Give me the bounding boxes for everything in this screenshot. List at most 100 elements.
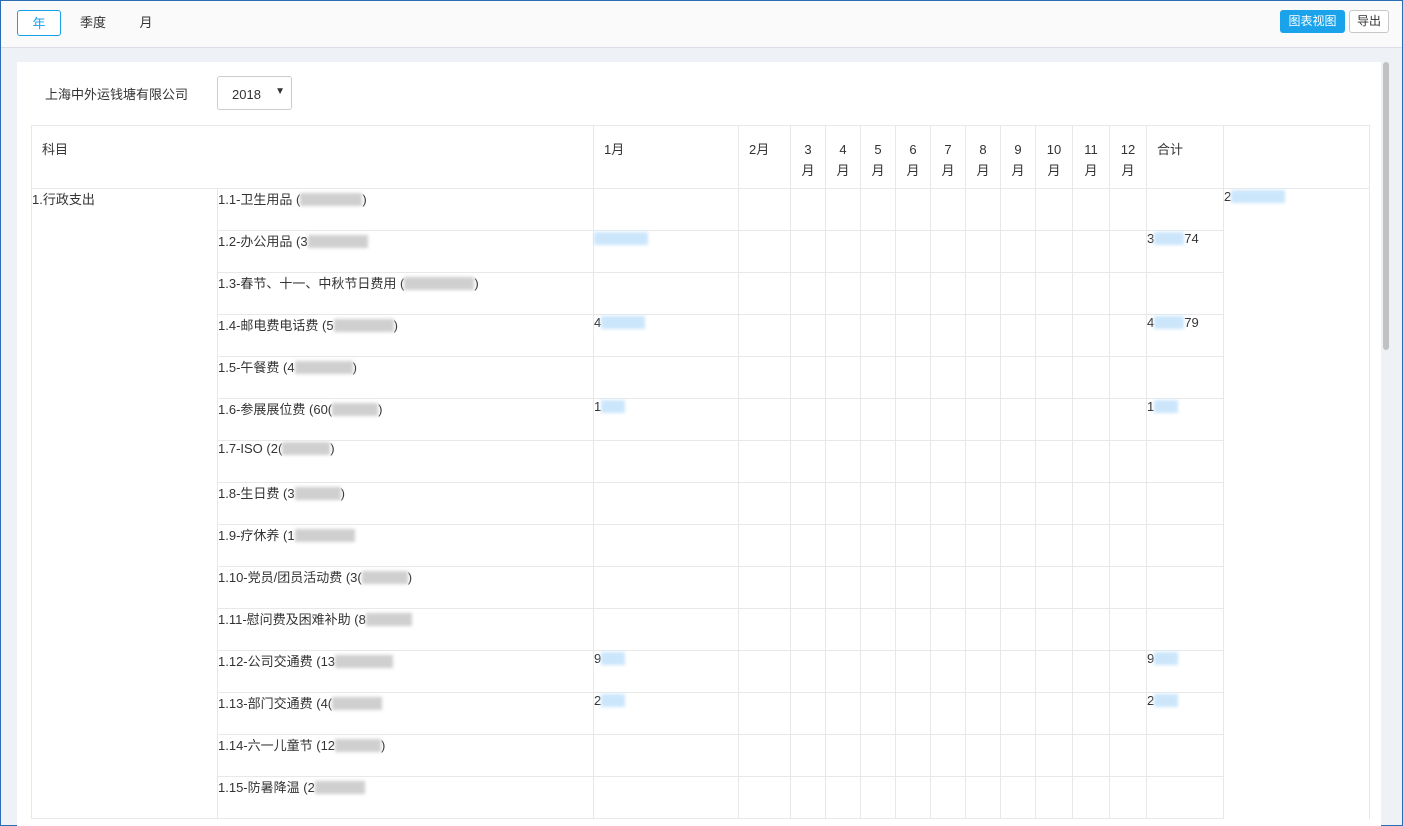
month-cell-12 — [1109, 692, 1148, 735]
header-month-9: 9 月 — [1000, 125, 1037, 189]
table-row: 1.行政支出 1.1-卫生用品 () 2 — [31, 188, 1371, 819]
month-cell-1 — [593, 188, 740, 231]
total-cell[interactable]: 9 — [1146, 650, 1225, 693]
export-button[interactable]: 导出 — [1349, 10, 1389, 33]
month-cell-1 — [593, 272, 740, 315]
month-cell-12 — [1109, 188, 1148, 231]
month-cell-1[interactable]: 1 — [593, 398, 740, 441]
table-row: 1.8-生日费 (3) — [32, 482, 1370, 525]
month-cell-3 — [790, 482, 827, 525]
redacted-value — [314, 781, 365, 794]
total-cell — [1146, 608, 1225, 651]
subject-label: 1.10-党员/团员活动费 (3( — [218, 570, 362, 585]
month-cell-9 — [1000, 230, 1037, 273]
month-cell-10 — [1035, 566, 1074, 609]
header-month-10: 10 月 — [1035, 125, 1074, 189]
month-cell-9 — [1000, 608, 1037, 651]
month-cell-12 — [1109, 272, 1148, 315]
month-cell-7 — [930, 776, 967, 819]
redacted-value — [307, 235, 368, 248]
month-cell-7 — [930, 608, 967, 651]
subject-cell: 1.4-邮电费电话费 (5) — [216, 314, 595, 357]
month-cell-1[interactable]: 4 — [593, 314, 740, 357]
table-row: 1.2-办公用品 (3 3 74 — [32, 230, 1370, 273]
tab-month[interactable]: 月 — [131, 10, 161, 36]
total-cell[interactable]: 3 74 — [1146, 230, 1225, 273]
subject-suffix: ) — [362, 192, 367, 207]
tab-year[interactable]: 年 — [17, 10, 61, 36]
year-select[interactable]: 2018 ▼ — [217, 76, 292, 110]
month-cell-9 — [1000, 566, 1037, 609]
total-cell — [1146, 482, 1225, 525]
month-cell-2 — [738, 188, 792, 231]
redacted-value — [594, 232, 649, 245]
month-cell-3 — [790, 734, 827, 777]
month-cell-1[interactable] — [593, 230, 740, 273]
header-month-2: 2月 — [738, 125, 792, 189]
month-cell-12 — [1109, 398, 1148, 441]
chart-view-button[interactable]: 图表视图 — [1280, 10, 1345, 33]
table-row: 1.7-ISO (2() — [32, 440, 1370, 483]
month-cell-3 — [790, 440, 827, 483]
redacted-value — [282, 442, 331, 455]
month-cell-1 — [593, 776, 740, 819]
month-cell-3 — [790, 398, 827, 441]
month-cell-1 — [593, 482, 740, 525]
month-cell-5 — [860, 650, 897, 693]
table-row: 1.11-慰问费及困难补助 (8 — [32, 608, 1370, 651]
total-cell[interactable]: 1 — [1146, 398, 1225, 441]
month-cell-6 — [895, 692, 932, 735]
month-cell-8 — [965, 776, 1002, 819]
month-cell-11 — [1072, 314, 1111, 357]
subject-label: 1.12-公司交通费 (13 — [218, 654, 336, 669]
vertical-scrollbar[interactable] — [1383, 62, 1389, 350]
jan-value: 2 — [594, 693, 602, 708]
total-cell[interactable]: 4 79 — [1146, 314, 1225, 357]
header-month-5: 5 月 — [860, 125, 897, 189]
month-cell-8 — [965, 566, 1002, 609]
header-month-8: 8 月 — [965, 125, 1002, 189]
redacted-value — [300, 193, 363, 206]
month-cell-6 — [895, 566, 932, 609]
subject-cell: 1.5-午餐费 (4) — [216, 356, 595, 399]
tab-quarter[interactable]: 季度 — [73, 10, 113, 36]
redacted-value — [601, 316, 646, 329]
month-cell-11 — [1072, 482, 1111, 525]
subject-label: 1.6-参展展位费 (60( — [218, 402, 333, 417]
subject-suffix: ) — [340, 486, 345, 501]
month-cell-6 — [895, 440, 932, 483]
month-cell-5 — [860, 734, 897, 777]
table-row: 1.10-党员/团员活动费 (3() — [32, 566, 1370, 609]
chevron-down-icon: ▼ — [275, 86, 285, 97]
month-cell-1[interactable]: 2 — [593, 692, 740, 735]
header-month-11: 11 月 — [1072, 125, 1111, 189]
month-cell-4 — [825, 524, 862, 567]
month-cell-12 — [1109, 566, 1148, 609]
month-cell-4 — [825, 398, 862, 441]
month-cell-4 — [825, 776, 862, 819]
month-cell-7 — [930, 230, 967, 273]
month-cell-5 — [860, 440, 897, 483]
month-cell-1[interactable]: 9 — [593, 650, 740, 693]
month-cell-11 — [1072, 566, 1111, 609]
header-month-12: 12 月 — [1109, 125, 1148, 189]
month-cell-12 — [1109, 650, 1148, 693]
subject-label: 1.11-慰问费及困难补助 (8 — [218, 612, 366, 627]
month-cell-6 — [895, 608, 932, 651]
redacted-value — [294, 361, 353, 374]
category-total-cell[interactable]: 2 — [1223, 188, 1371, 819]
month-cell-9 — [1000, 524, 1037, 567]
month-cell-7 — [930, 440, 967, 483]
month-cell-9 — [1000, 272, 1037, 315]
month-cell-2 — [738, 398, 792, 441]
redacted-value — [1154, 316, 1185, 329]
month-cell-2 — [738, 356, 792, 399]
month-cell-10 — [1035, 440, 1074, 483]
budget-table: 科目 1月 2月 3 月4 月5 月6 月7 月8 月9 月 10 月 11 月 12 月合… — [30, 125, 1371, 819]
month-cell-10 — [1035, 356, 1074, 399]
company-name: 上海中外运钱塘有限公司 — [45, 87, 189, 102]
year-select-value: 2018 — [232, 87, 261, 102]
month-cell-3 — [790, 566, 827, 609]
total-cell[interactable]: 2 — [1146, 692, 1225, 735]
redacted-value — [1231, 190, 1286, 203]
